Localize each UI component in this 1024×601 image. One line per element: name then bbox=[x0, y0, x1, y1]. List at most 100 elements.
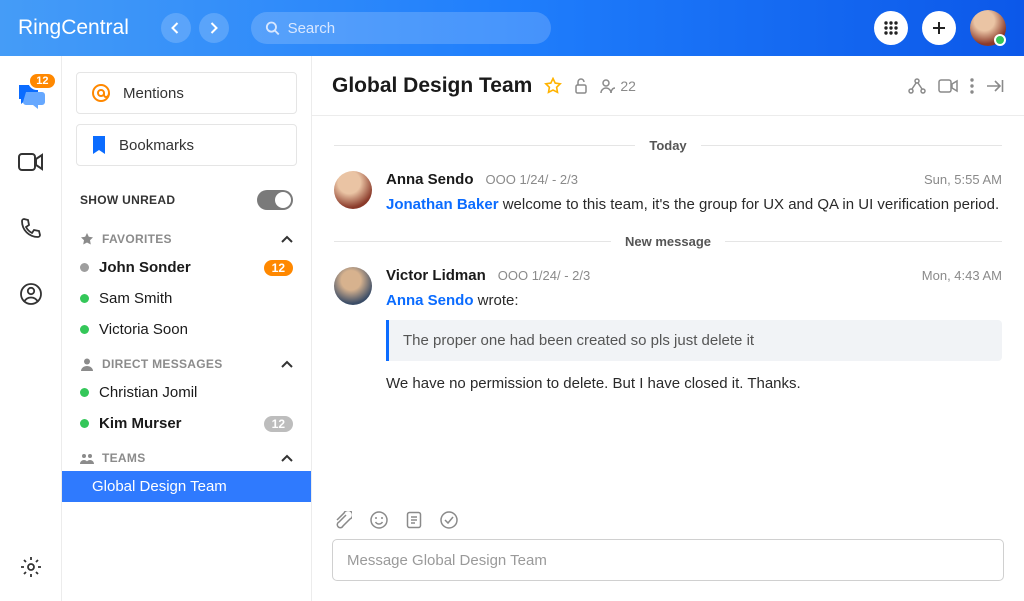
dialpad-icon bbox=[883, 20, 899, 36]
attach-button[interactable] bbox=[334, 511, 352, 529]
bookmark-icon bbox=[91, 135, 107, 155]
dialpad-button[interactable] bbox=[874, 11, 908, 45]
person-circle-icon bbox=[19, 282, 43, 306]
message-time: Mon, 4:43 AM bbox=[922, 268, 1002, 283]
contact-name: Victoria Soon bbox=[99, 321, 188, 338]
plus-icon bbox=[931, 20, 947, 36]
paperclip-icon bbox=[334, 511, 352, 529]
section-header-dm[interactable]: DIRECT MESSAGES bbox=[62, 345, 311, 377]
contact-name: John Sonder bbox=[99, 259, 191, 276]
profile-avatar[interactable] bbox=[970, 10, 1006, 46]
section-header-favorites[interactable]: FAVORITES bbox=[62, 220, 311, 252]
emoji-button[interactable] bbox=[370, 511, 388, 529]
show-unread-row: SHOW UNREAD bbox=[62, 176, 311, 220]
dm-item[interactable]: Kim Murser 12 bbox=[62, 408, 311, 439]
star-icon bbox=[80, 232, 94, 246]
favorite-item[interactable]: Sam Smith bbox=[62, 283, 311, 314]
chevron-left-icon bbox=[171, 22, 180, 34]
members-button[interactable]: 22 bbox=[600, 78, 636, 94]
teams-label: TEAMS bbox=[102, 451, 146, 465]
gear-icon bbox=[20, 556, 42, 578]
search-icon bbox=[265, 20, 280, 36]
rail-messages-badge: 12 bbox=[28, 72, 56, 90]
wrote-suffix: wrote: bbox=[474, 292, 519, 309]
search-field-container[interactable] bbox=[251, 12, 551, 44]
top-bar: RingCentral bbox=[0, 0, 1024, 56]
message-text: welcome to this team, it's the group for… bbox=[499, 196, 1000, 213]
author-avatar[interactable] bbox=[334, 267, 372, 305]
dm-item[interactable]: Christian Jomil bbox=[62, 377, 311, 408]
author-name[interactable]: Anna Sendo bbox=[386, 171, 474, 188]
author-status: OOO 1/24/ - 2/3 bbox=[498, 268, 591, 283]
quote-text: The proper one had been created so pls j… bbox=[403, 332, 754, 349]
rail-settings[interactable] bbox=[15, 551, 47, 583]
nav-forward-button[interactable] bbox=[199, 13, 229, 43]
nav-rail: 12 bbox=[0, 56, 62, 601]
chat-panel: Global Design Team 22 bbox=[312, 56, 1024, 601]
dm-label: DIRECT MESSAGES bbox=[102, 357, 223, 371]
chat-title: Global Design Team bbox=[332, 74, 532, 98]
more-vertical-icon bbox=[970, 78, 974, 94]
favorite-item[interactable]: Victoria Soon bbox=[62, 314, 311, 345]
members-count: 22 bbox=[620, 78, 636, 94]
new-message-divider: New message bbox=[334, 234, 1002, 249]
contact-name: Sam Smith bbox=[99, 290, 172, 307]
note-button[interactable] bbox=[406, 511, 422, 529]
show-unread-label: SHOW UNREAD bbox=[80, 193, 175, 207]
chevron-right-icon bbox=[209, 22, 218, 34]
user-mention[interactable]: Anna Sendo bbox=[386, 292, 474, 309]
new-action-button[interactable] bbox=[922, 11, 956, 45]
integrations-button[interactable] bbox=[908, 78, 926, 94]
contact-name: Christian Jomil bbox=[99, 384, 197, 401]
contact-name: Kim Murser bbox=[99, 415, 182, 432]
rail-contacts[interactable] bbox=[15, 278, 47, 310]
sidebar: Mentions Bookmarks SHOW UNREAD FAVORITES… bbox=[62, 56, 312, 601]
nav-back-button[interactable] bbox=[161, 13, 191, 43]
task-button[interactable] bbox=[440, 511, 458, 529]
rail-messages[interactable]: 12 bbox=[15, 80, 47, 112]
rail-video[interactable] bbox=[15, 146, 47, 178]
chat-scroll-area[interactable]: Today Anna Sendo OOO 1/24/ - 2/3 Sun, 5:… bbox=[312, 116, 1024, 497]
presence-dot bbox=[80, 419, 89, 428]
composer-input[interactable] bbox=[332, 539, 1004, 581]
more-options-button[interactable] bbox=[970, 78, 974, 94]
favorite-star-button[interactable] bbox=[544, 77, 562, 95]
sidebar-bookmarks-label: Bookmarks bbox=[119, 137, 194, 154]
chat-header: Global Design Team 22 bbox=[312, 56, 1024, 116]
chevron-up-icon bbox=[281, 454, 293, 462]
note-icon bbox=[406, 511, 422, 529]
composer bbox=[312, 497, 1024, 601]
message: Anna Sendo OOO 1/24/ - 2/3 Sun, 5:55 AM … bbox=[334, 171, 1002, 216]
new-message-label: New message bbox=[625, 234, 711, 249]
chevron-up-icon bbox=[281, 360, 293, 368]
presence-dot bbox=[80, 294, 89, 303]
favorite-item[interactable]: John Sonder 12 bbox=[62, 252, 311, 283]
team-name: Global Design Team bbox=[92, 478, 227, 495]
start-video-button[interactable] bbox=[938, 79, 958, 93]
user-mention[interactable]: Jonathan Baker bbox=[386, 196, 499, 213]
sidebar-tile-mentions[interactable]: Mentions bbox=[76, 72, 297, 114]
privacy-button[interactable] bbox=[574, 78, 588, 94]
message-body: Jonathan Baker welcome to this team, it'… bbox=[386, 194, 1002, 216]
author-avatar[interactable] bbox=[334, 171, 372, 209]
team-icon bbox=[80, 451, 94, 465]
show-unread-toggle[interactable] bbox=[257, 190, 293, 210]
author-name[interactable]: Victor Lidman bbox=[386, 267, 486, 284]
message-time: Sun, 5:55 AM bbox=[924, 172, 1002, 187]
smile-icon bbox=[370, 511, 388, 529]
rail-phone[interactable] bbox=[15, 212, 47, 244]
brand-logo: RingCentral bbox=[18, 16, 129, 40]
phone-icon bbox=[20, 217, 42, 239]
collapse-panel-button[interactable] bbox=[986, 79, 1004, 93]
sidebar-mentions-label: Mentions bbox=[123, 85, 184, 102]
date-divider: Today bbox=[334, 138, 1002, 153]
author-status: OOO 1/24/ - 2/3 bbox=[486, 172, 579, 187]
favorites-label: FAVORITES bbox=[102, 232, 172, 246]
star-outline-icon bbox=[544, 77, 562, 95]
video-icon bbox=[938, 79, 958, 93]
search-input[interactable] bbox=[288, 20, 537, 37]
team-item[interactable]: Global Design Team bbox=[62, 471, 311, 502]
message: Victor Lidman OOO 1/24/ - 2/3 Mon, 4:43 … bbox=[334, 267, 1002, 395]
sidebar-tile-bookmarks[interactable]: Bookmarks bbox=[76, 124, 297, 166]
section-header-teams[interactable]: TEAMS bbox=[62, 439, 311, 471]
